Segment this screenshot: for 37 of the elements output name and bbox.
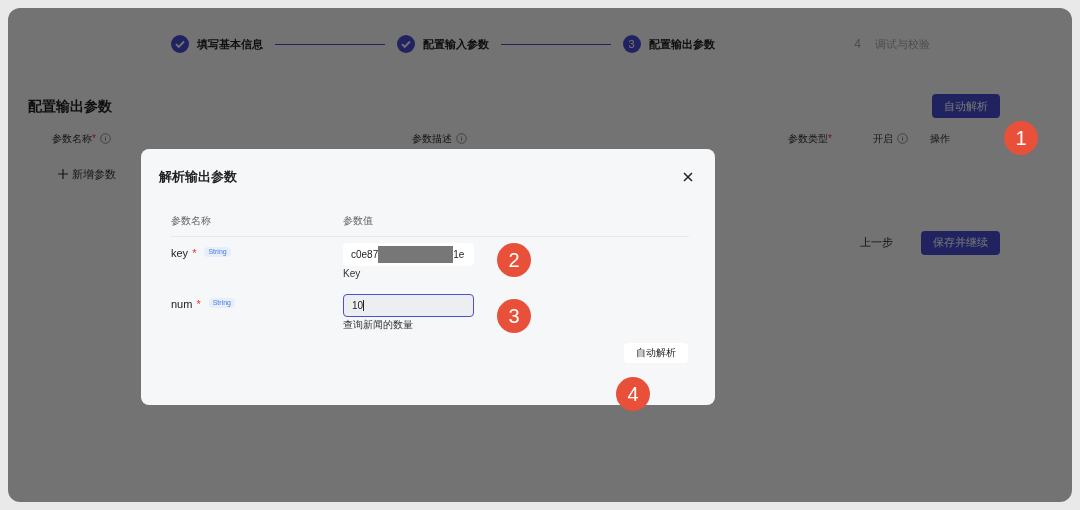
step-number: 3 (622, 35, 641, 53)
step-label: 填写基本信息 (196, 36, 263, 52)
plus-icon (58, 169, 68, 180)
add-parameter-button[interactable]: 新增参数 (58, 166, 116, 183)
section-title: 配置输出参数 (28, 96, 112, 116)
required-mark: * (192, 245, 197, 261)
save-continue-button[interactable]: 保存并继续 (921, 230, 1000, 255)
value-text: 10 (352, 298, 364, 313)
column-header: 开启 (873, 132, 893, 146)
column-header: 操作 (930, 132, 950, 146)
auto-parse-button[interactable]: 自动解析 (932, 94, 1000, 118)
check-icon (396, 35, 415, 53)
value-text: 1e (453, 247, 465, 262)
field-hint: Key (343, 267, 362, 280)
parameter-name: num (171, 296, 193, 312)
parameter-name: key (171, 245, 189, 261)
value-text: c0e87 (351, 247, 379, 262)
value-field[interactable]: c0e87 1e (343, 242, 474, 266)
step-label: 配置输出参数 (648, 36, 715, 52)
annotation-marker: 1 (1004, 121, 1038, 155)
column-header: 参数描述 (412, 132, 452, 146)
dialog-title: 解析输出参数 (159, 168, 237, 186)
column-header: 参数名称 (52, 132, 92, 146)
column-header: 参数值 (343, 213, 373, 228)
close-icon[interactable] (683, 171, 693, 182)
column-header: 参数类型 (788, 132, 828, 146)
required-mark: * (196, 296, 201, 312)
column-header: 参数名称 (171, 213, 212, 228)
text-cursor (363, 299, 365, 311)
back-button[interactable]: 上一步 (848, 230, 905, 255)
value-field[interactable]: 10 (343, 293, 474, 317)
required-mark: * (92, 132, 96, 146)
step-label: 配置输入参数 (422, 36, 489, 52)
field-hint: 查询新闻的数量 (343, 318, 414, 331)
required-mark: * (828, 132, 832, 146)
auto-parse-button[interactable]: 自动解析 (624, 342, 688, 363)
check-icon (170, 35, 189, 53)
